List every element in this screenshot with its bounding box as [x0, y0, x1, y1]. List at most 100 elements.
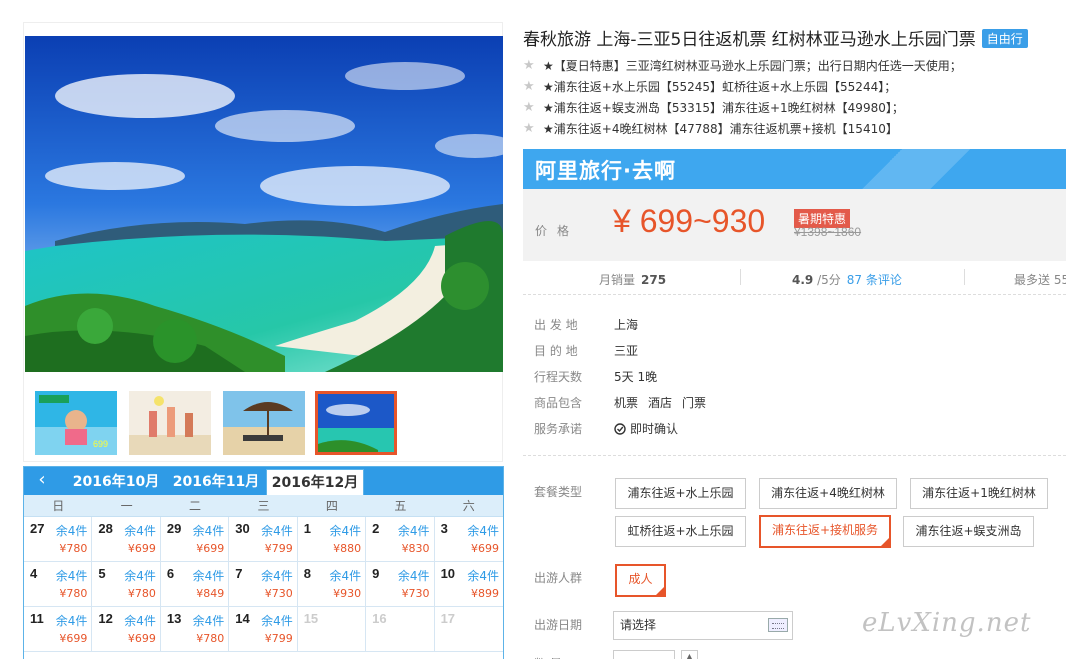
package-option[interactable]: 虹桥往返+水上乐园: [615, 516, 746, 547]
calendar-day-stock: 余4件: [261, 614, 293, 628]
highlight-item: ★ ★浦东往返+蜈支洲岛【53315】浦东往返+1晚红树林【49980】；: [523, 100, 1063, 121]
check-circle-icon: [614, 423, 626, 435]
highlight-text: ★【夏日特惠】三亚湾红树林亚马逊水上乐园门票；出行日期内任选一天使用；: [543, 59, 962, 73]
sales-stats: 月销量 275 4.9 /5分 87 条评论 最多送 55: [523, 263, 1066, 295]
package-option-selected[interactable]: 浦东往返+接机服务 ✔: [759, 515, 891, 548]
highlight-item: ★ ★浦东往返+水上乐园【55245】虹桥往返+水上乐园【55244】；: [523, 79, 1063, 100]
package-option[interactable]: 浦东往返+1晚红树林: [910, 478, 1048, 509]
calendar-day-stock: 余4件: [261, 569, 293, 583]
calendar-day-cell[interactable]: 5 余4件 ¥780: [92, 562, 161, 607]
calendar-weekdays: 日 一 二 三 四 五 六: [24, 495, 503, 517]
calendar-day-cell[interactable]: 29 余4件 ¥699: [160, 517, 230, 562]
info-value-item: 门票: [682, 396, 707, 410]
traveler-option-selected[interactable]: 成人 ✔: [615, 564, 666, 597]
weekday-label: 四: [325, 499, 338, 513]
calendar-day-cell[interactable]: 27 余4件 ¥780: [24, 517, 93, 562]
weekday-label: 五: [394, 499, 407, 513]
main-product-photo[interactable]: [25, 36, 503, 372]
self-guided-tag: 自由行: [981, 29, 1028, 48]
calendar-day-number: 9: [372, 566, 380, 581]
brand-banner: 阿里旅行·去啊: [523, 149, 1066, 189]
calendar-day-stock: 余4件: [55, 524, 88, 538]
section-divider: [523, 455, 1066, 456]
calendar-month-tab[interactable]: 2016年11月: [168, 469, 264, 495]
calendar-icon[interactable]: [768, 618, 788, 632]
calendar-day-number: 28: [98, 521, 113, 536]
calendar-day-cell[interactable]: 8 余4件 ¥930: [297, 562, 367, 607]
reviews-link[interactable]: 87 条评论: [847, 273, 902, 287]
calendar-day-price: ¥699: [59, 632, 88, 645]
product-gallery: 699: [23, 22, 503, 462]
product-highlights: ★ ★【夏日特惠】三亚湾红树林亚马逊水上乐园门票；出行日期内任选一天使用； ★ ★浦…: [523, 58, 1063, 142]
highlight-text: ★浦东往返+蜈支洲岛【53315】浦东往返+1晚红树林【49980】；: [543, 101, 904, 115]
thumbnail-4[interactable]: [315, 391, 397, 455]
traveler-option-label: 成人: [628, 572, 653, 586]
calendar-day-price: ¥780: [59, 587, 88, 600]
banner-decoration: [766, 149, 1066, 189]
calendar-day-cell[interactable]: 12 余4件 ¥699: [92, 607, 161, 652]
calendar-grid: 27 余4件 ¥780 28 余4件 ¥699 29 余4件 ¥699 30 余4件 ¥799 1 余4件…: [24, 517, 503, 652]
package-label: 套餐类型: [534, 485, 583, 499]
info-key: 出 发 地: [534, 318, 578, 332]
calendar-day-number: 5: [98, 566, 106, 581]
weekday-label: 二: [189, 499, 202, 513]
info-value-item: 三亚: [614, 344, 639, 358]
monthly-sales: 月销量 275: [599, 271, 666, 288]
calendar-month-tab[interactable]: 2016年10月: [68, 469, 164, 495]
thumbnail-2[interactable]: [129, 391, 211, 455]
calendar-day-number: 1: [303, 521, 311, 536]
calendar-day-cell[interactable]: 4 余4件 ¥780: [24, 562, 93, 607]
thumbnail-3[interactable]: [223, 391, 305, 455]
thumbnail-price-text: 699: [93, 439, 108, 449]
calendar-day-price: ¥699: [127, 632, 156, 645]
calendar-day-price: ¥699: [196, 542, 225, 555]
package-option[interactable]: 浦东往返+水上乐园: [615, 478, 746, 509]
calendar-day-cell[interactable]: 11 余4件 ¥699: [24, 607, 93, 652]
calendar-day-stock: 余4件: [261, 524, 293, 538]
calendar-day-price: ¥730: [401, 587, 430, 600]
departure-calendar: ‹ 2016年10月 2016年11月 2016年12月 日 一 二 三 四 五…: [23, 466, 504, 659]
calendar-day-stock: 余4件: [397, 524, 430, 538]
calendar-day-number: 27: [30, 521, 45, 536]
info-key: 服务承诺: [534, 422, 583, 436]
calendar-month-tab-active[interactable]: 2016年12月: [266, 469, 364, 495]
info-value: 即时确认: [614, 420, 688, 437]
info-value: 上海: [614, 316, 648, 333]
calendar-day-cell[interactable]: 30 余4件 ¥799: [229, 517, 298, 562]
date-picker-input[interactable]: 请选择: [613, 611, 793, 640]
calendar-day-cell[interactable]: 2 余4件 ¥830: [366, 517, 435, 562]
calendar-day-cell[interactable]: 1 余4件 ¥880: [297, 517, 367, 562]
calendar-day-cell[interactable]: 14 余4件 ¥799: [229, 607, 298, 652]
rating-unit: /5分: [817, 273, 841, 287]
quantity-up-icon[interactable]: ▲: [681, 650, 698, 659]
calendar-day-cell[interactable]: 28 余4件 ¥699: [92, 517, 161, 562]
calendar-prev-icon[interactable]: ‹: [32, 467, 52, 495]
calendar-day-stock: 余4件: [192, 569, 225, 583]
calendar-day-cell[interactable]: 7 余4件 ¥730: [229, 562, 298, 607]
thumbnail-1[interactable]: 699: [35, 391, 117, 455]
calendar-day-number: 11: [30, 611, 44, 626]
selected-check-icon: ✔: [882, 534, 888, 542]
package-option[interactable]: 浦东往返+4晚红树林: [759, 478, 897, 509]
calendar-day-cell[interactable]: 3 余4件 ¥699: [434, 517, 503, 562]
highlight-text: ★浦东往返+水上乐园【55245】虹桥往返+水上乐园【55244】；: [543, 80, 897, 94]
calendar-day-stock: 余4件: [124, 569, 156, 583]
calendar-day-price: ¥780: [196, 632, 225, 645]
calendar-day-price: ¥880: [333, 542, 362, 555]
rating-value: 4.9: [792, 273, 814, 287]
product-title: 春秋旅游 上海-三亚5日往返机票 红树林亚马逊水上乐园门票 自由行: [523, 25, 1028, 50]
calendar-day-cell[interactable]: 10 余4件 ¥899: [434, 562, 503, 607]
calendar-day-price: ¥799: [264, 542, 293, 555]
weekday-label: 日: [52, 499, 65, 513]
quantity-input[interactable]: [613, 650, 675, 659]
calendar-day-cell[interactable]: 13 余4件 ¥780: [160, 607, 230, 652]
calendar-day-price: ¥730: [264, 587, 293, 600]
info-value-item: 上海: [614, 318, 639, 332]
stats-divider: [740, 269, 741, 285]
calendar-day-number: 2: [372, 521, 380, 536]
star-icon: ★: [523, 121, 535, 136]
calendar-day-cell[interactable]: 9 余4件 ¥730: [366, 562, 435, 607]
package-option[interactable]: 浦东往返+蜈支洲岛: [903, 516, 1034, 547]
calendar-day-cell[interactable]: 6 余4件 ¥849: [160, 562, 230, 607]
info-value: 三亚: [614, 342, 648, 359]
